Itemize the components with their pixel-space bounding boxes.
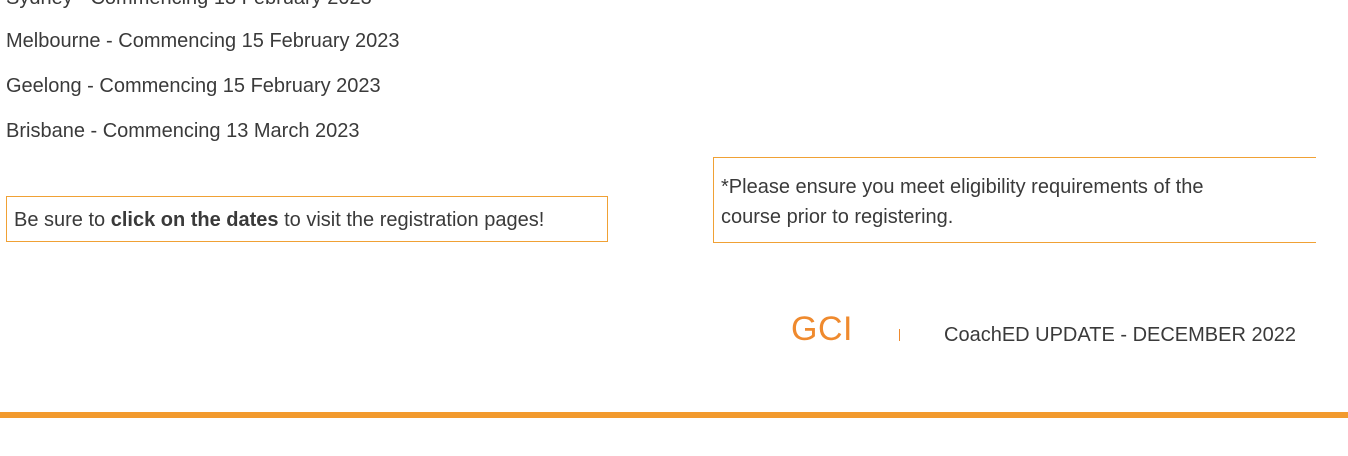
footer-separator [899,329,900,341]
tip-prefix: Be sure to [14,209,111,231]
tip-suffix: to visit the registration pages! [278,209,545,231]
gci-logo: GCI [791,310,853,348]
footer-newsletter-title: CoachED UPDATE - DECEMBER 2022 [944,324,1296,346]
eligibility-note-line-2: course prior to registering. [721,206,954,228]
tip-emphasis: click on the dates [110,209,279,231]
footer-accent-rule [0,412,1348,418]
eligibility-note-box: *Please ensure you meet eligibility requ… [713,157,1316,243]
registration-tip-box: Be sure to click on the dates to visit t… [6,196,608,242]
session-link-geelong[interactable]: Geelong - Commencing 15 February 2023 [6,75,381,98]
eligibility-note-line-1: *Please ensure you meet eligibility requ… [721,176,1204,198]
session-link-brisbane[interactable]: Brisbane - Commencing 13 March 2023 [6,120,360,143]
session-link-melbourne[interactable]: Melbourne - Commencing 15 February 2023 [6,30,400,53]
session-sydney-partial[interactable]: Sydney - Commencing 13 February 2023 [6,0,372,10]
